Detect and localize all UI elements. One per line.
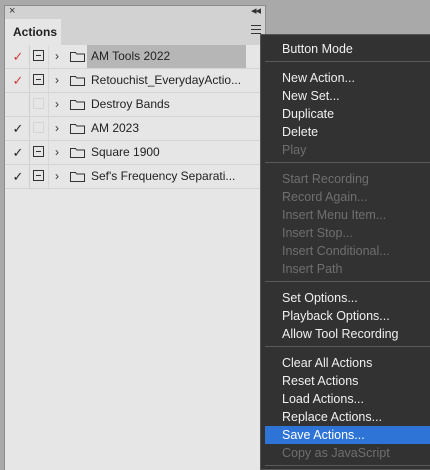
menu-item-allow-tool-recording[interactable]: Allow Tool Recording (261, 325, 430, 343)
menu-item-insert-menu-item: Insert Menu Item... (282, 208, 387, 222)
action-set-row[interactable]: ✓ › Square 1900 (5, 141, 265, 165)
menu-item-load-actions[interactable]: Load Actions... (261, 390, 430, 408)
menu-separator (265, 162, 430, 163)
menu-separator (265, 346, 430, 347)
chevron-right-icon[interactable]: › (55, 93, 59, 116)
menu-item-play: Play (282, 143, 307, 157)
menu-item-record-again: Record Again... (282, 190, 368, 204)
menu-item-reset-actions[interactable]: Reset Actions (261, 372, 430, 390)
menu-separator (265, 281, 430, 282)
chevron-right-icon[interactable]: › (55, 117, 59, 140)
menu-item-new-action[interactable]: New Action... (261, 69, 430, 87)
panel-menu-icon[interactable] (251, 25, 261, 34)
actions-panel-flyout-menu: Button Mode New Action... New Set... Dup… (260, 34, 430, 470)
menu-item-set-options[interactable]: Set Options... (261, 289, 430, 307)
action-set-row[interactable]: ✓ › AM Tools 2022 (5, 45, 265, 69)
menu-item-playback-options[interactable]: Playback Options... (261, 307, 430, 325)
menu-separator (265, 465, 430, 466)
toggle-dialog-icon[interactable] (33, 74, 44, 85)
actions-panel: × ◂◂ Actions ✓ › AM Tools 2022 ✓ › Retou… (5, 4, 265, 470)
menu-item-insert-conditional: Insert Conditional... (282, 244, 390, 258)
menu-item-replace-actions[interactable]: Replace Actions... (261, 408, 430, 426)
folder-icon (70, 52, 85, 62)
folder-icon (70, 76, 85, 86)
menu-item-insert-stop: Insert Stop... (282, 226, 353, 240)
menu-separator (265, 61, 430, 62)
folder-icon (70, 172, 85, 182)
menu-item-delete[interactable]: Delete (261, 123, 430, 141)
folder-icon (70, 100, 85, 110)
action-set-name: Sef's Frequency Separati... (91, 169, 236, 183)
toggle-item-check-icon[interactable]: ✓ (10, 141, 26, 164)
toggle-dialog-icon[interactable] (33, 122, 44, 133)
menu-item-duplicate[interactable]: Duplicate (261, 105, 430, 123)
tab-actions[interactable]: Actions (5, 19, 61, 45)
toggle-item-check-icon[interactable]: ✓ (10, 45, 26, 68)
toggle-dialog-icon[interactable] (33, 50, 44, 61)
panel-tab-bar: Actions (5, 19, 265, 45)
menu-item-clear-all-actions[interactable]: Clear All Actions (261, 354, 430, 372)
toggle-item-check-icon[interactable]: ✓ (10, 117, 26, 140)
action-set-row[interactable]: ✓ › AM 2023 (5, 117, 265, 141)
folder-icon (70, 148, 85, 158)
action-set-row[interactable]: ✓ › Sef's Frequency Separati... (5, 165, 265, 189)
chevron-right-icon[interactable]: › (55, 69, 59, 92)
toggle-dialog-icon[interactable] (33, 146, 44, 157)
action-set-name: Retouchist_EverydayActio... (91, 73, 242, 87)
action-set-name: Square 1900 (91, 145, 160, 159)
action-set-name: Destroy Bands (91, 97, 170, 111)
action-sets-list: ✓ › AM Tools 2022 ✓ › Retouchist_Everyda… (5, 45, 265, 189)
close-panel-icon[interactable]: × (9, 5, 15, 17)
menu-item-insert-path: Insert Path (282, 262, 343, 276)
chevron-right-icon[interactable]: › (55, 165, 59, 188)
menu-item-start-recording: Start Recording (282, 172, 369, 186)
toggle-item-check-icon[interactable]: ✓ (10, 165, 26, 188)
menu-item-new-set[interactable]: New Set... (261, 87, 430, 105)
chevron-right-icon[interactable]: › (55, 141, 59, 164)
menu-item-save-actions[interactable]: Save Actions... (265, 426, 430, 444)
action-set-row[interactable]: ✓ › Retouchist_EverydayActio... (5, 69, 265, 93)
folder-icon (70, 124, 85, 134)
collapse-panel-icon[interactable]: ◂◂ (251, 4, 261, 17)
toggle-dialog-icon[interactable] (33, 98, 44, 109)
menu-item-button-mode[interactable]: Button Mode (261, 40, 430, 58)
toggle-item-check-icon[interactable] (10, 93, 26, 116)
panel-top-strip: × ◂◂ (5, 4, 265, 19)
action-set-row[interactable]: › Destroy Bands (5, 93, 265, 117)
action-set-name: AM Tools 2022 (87, 45, 246, 68)
chevron-right-icon[interactable]: › (55, 45, 59, 68)
menu-item-copy-as-javascript: Copy as JavaScript (282, 446, 390, 460)
action-set-name: AM 2023 (91, 121, 140, 135)
toggle-dialog-icon[interactable] (33, 170, 44, 181)
toggle-item-check-icon[interactable]: ✓ (10, 69, 26, 92)
